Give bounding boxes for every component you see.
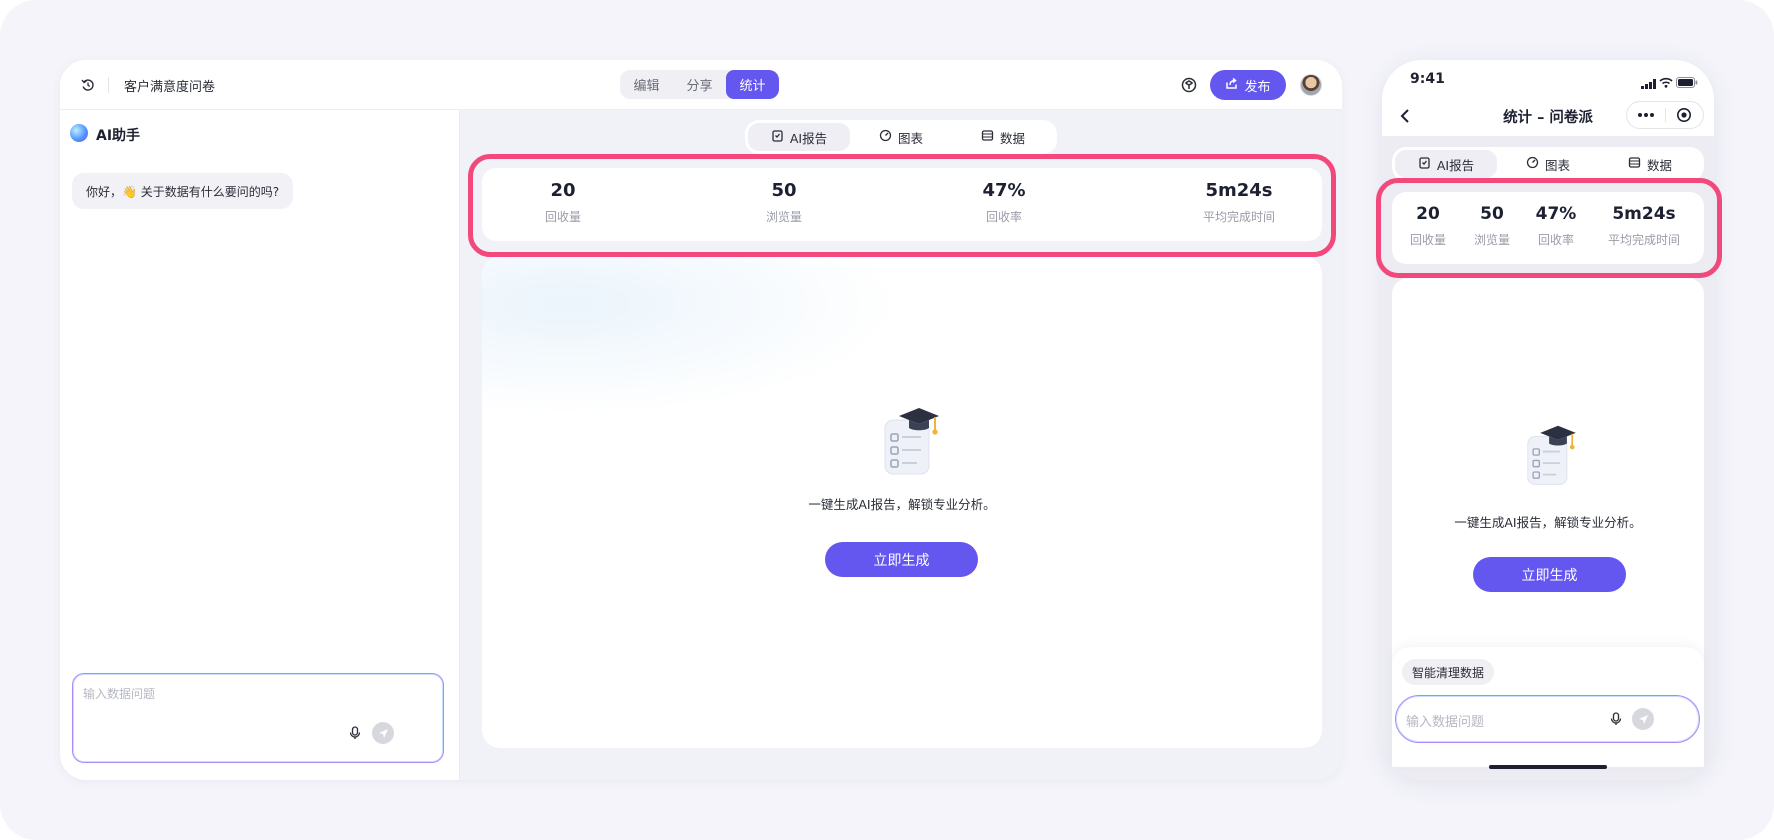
tab-edit[interactable]: 编辑 xyxy=(620,70,673,99)
generate-now-button[interactable]: 立即生成 xyxy=(825,542,978,577)
tab-statistics[interactable]: 统计 xyxy=(726,70,779,99)
wifi-icon xyxy=(1659,73,1673,92)
view-tabs: AI报告 图表 数据 xyxy=(745,120,1057,154)
assistant-greeting: 你好，👋 关于数据有什么要问的吗? xyxy=(72,173,294,209)
mode-switcher: 编辑 分享 统计 xyxy=(620,70,779,99)
tab-label: 图表 xyxy=(897,130,923,146)
smart-clean-data-chip[interactable]: 智能清理数据 xyxy=(1402,659,1495,685)
tab-ai-report[interactable]: AI报告 xyxy=(748,123,850,151)
tab-label: 图表 xyxy=(1544,157,1570,173)
input-placeholder: 输入数据问题 xyxy=(1406,715,1485,730)
generate-now-button[interactable]: 立即生成 xyxy=(1473,557,1626,592)
send-icon[interactable] xyxy=(372,722,394,744)
tab-label: 数据 xyxy=(999,130,1025,146)
assistant-title: AI助手 xyxy=(96,128,141,144)
history-back-icon[interactable] xyxy=(78,75,98,95)
tab-data[interactable]: 数据 xyxy=(952,123,1054,151)
ai-assistant-icon xyxy=(70,124,88,142)
tab-label: AI报告 xyxy=(1436,157,1475,173)
user-avatar[interactable] xyxy=(1300,74,1322,96)
publish-label: 发布 xyxy=(1244,79,1271,95)
mini-program-nav: 统计 – 问卷派 xyxy=(1382,96,1714,136)
canvas: 客户满意度问卷 编辑 分享 统计 发布 AI助手 你好，👋 关于数据有什么要问的… xyxy=(0,0,1774,840)
battery-icon xyxy=(1676,73,1698,92)
graduation-checklist-icon xyxy=(1520,424,1580,488)
tab-label: 数据 xyxy=(1646,157,1672,173)
gauge-icon xyxy=(1526,156,1539,172)
mobile-preview: 9:41 统计 – 问卷派 AI报告 图表 数据 20 回收量 50 浏览量 4… xyxy=(1382,60,1714,780)
home-indicator xyxy=(1489,765,1607,769)
assistant-composer: 智能清理数据 输入数据问题 xyxy=(1392,647,1704,767)
report-icon xyxy=(771,129,784,145)
document-title: 客户满意度问卷 xyxy=(124,80,216,95)
background-glow xyxy=(482,256,902,416)
view-tabs: AI报告 图表 数据 xyxy=(1392,147,1704,181)
report-icon xyxy=(1418,156,1431,172)
microphone-icon[interactable] xyxy=(344,722,366,744)
top-bar: 客户满意度问卷 编辑 分享 统计 发布 xyxy=(60,60,1342,110)
report-hint: 一键生成AI报告，解锁专业分析。 xyxy=(1454,515,1642,530)
graduation-checklist-icon xyxy=(877,406,943,478)
stats-highlight-frame xyxy=(468,154,1336,257)
close-target-icon[interactable] xyxy=(1666,102,1704,128)
report-hint: 一键生成AI报告，解锁专业分析。 xyxy=(808,497,996,512)
tab-share[interactable]: 分享 xyxy=(673,70,726,99)
ai-report-panel: 一键生成AI报告，解锁专业分析。 立即生成 xyxy=(482,256,1322,748)
tab-data[interactable]: 数据 xyxy=(1599,150,1701,178)
divider xyxy=(108,77,109,93)
microphone-icon[interactable] xyxy=(1605,708,1627,730)
send-icon[interactable] xyxy=(1632,708,1654,730)
cellular-signal-icon xyxy=(1641,74,1657,93)
tab-label: AI报告 xyxy=(789,130,828,146)
table-icon xyxy=(981,129,994,145)
status-bar: 9:41 xyxy=(1382,60,1714,96)
gauge-icon xyxy=(879,129,892,145)
mini-program-capsule xyxy=(1626,101,1704,129)
cube-icon[interactable] xyxy=(1180,76,1198,94)
tab-chart[interactable]: 图表 xyxy=(850,123,952,151)
share-arrow-icon xyxy=(1225,77,1238,94)
more-dots-icon[interactable] xyxy=(1627,102,1665,128)
question-input[interactable]: 输入数据问题 xyxy=(72,673,444,763)
mobile-stats-highlight-frame xyxy=(1376,178,1722,278)
tab-chart[interactable]: 图表 xyxy=(1497,150,1599,178)
input-placeholder: 输入数据问题 xyxy=(83,687,156,701)
ai-report-panel: 一键生成AI报告，解锁专业分析。 立即生成 xyxy=(1392,278,1704,698)
tab-ai-report[interactable]: AI报告 xyxy=(1395,150,1497,178)
question-input[interactable]: 输入数据问题 xyxy=(1395,695,1700,743)
table-icon xyxy=(1628,156,1641,172)
ai-assistant-panel: AI助手 你好，👋 关于数据有什么要问的吗? 输入数据问题 xyxy=(60,110,460,780)
publish-button[interactable]: 发布 xyxy=(1210,70,1286,100)
status-time: 9:41 xyxy=(1410,71,1445,87)
